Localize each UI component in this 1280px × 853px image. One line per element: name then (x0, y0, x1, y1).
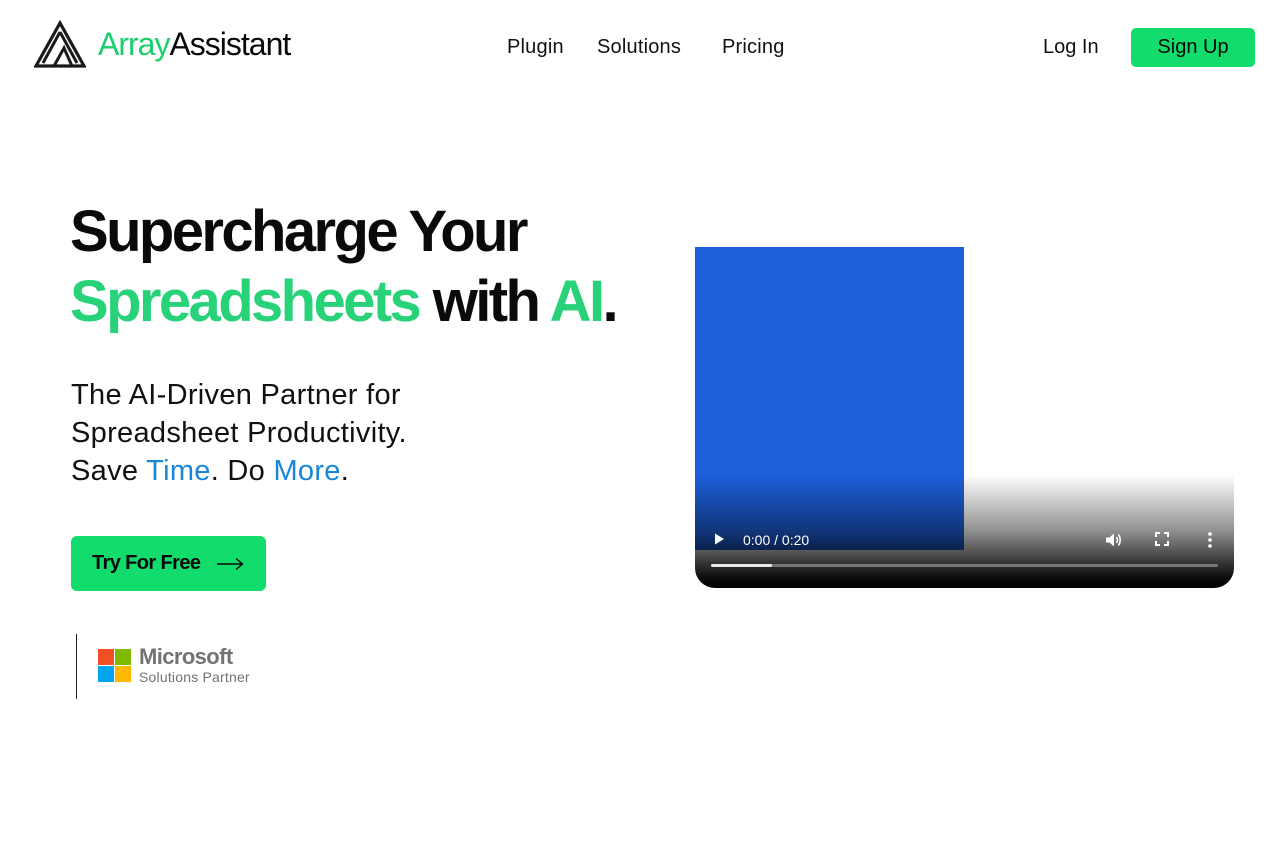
login-link[interactable]: Log In (1043, 36, 1099, 59)
signup-button[interactable]: Sign Up (1131, 28, 1255, 67)
try-for-free-button[interactable]: Try For Free (71, 536, 266, 591)
fullscreen-icon[interactable] (1154, 531, 1170, 547)
logo-icon (34, 20, 86, 68)
cta-label: Try For Free (92, 552, 201, 574)
nav-pricing[interactable]: Pricing (722, 36, 785, 59)
brand-name: ArrayAssistant (98, 26, 291, 62)
microsoft-logo-icon (98, 649, 131, 682)
nav-solutions[interactable]: Solutions (597, 36, 681, 59)
microsoft-name: Microsoft (139, 644, 233, 669)
microsoft-partner-badge: Microsoft Solutions Partner (98, 646, 250, 684)
nav-plugin[interactable]: Plugin (507, 36, 564, 59)
partner-divider (76, 634, 77, 699)
video-progress-bar[interactable] (711, 564, 1218, 567)
hero-subtitle: The AI-Driven Partner for Spreadsheet Pr… (71, 379, 407, 487)
play-icon[interactable] (711, 531, 727, 547)
video-player[interactable]: 0:00 / 0:20 (695, 247, 1234, 588)
partner-label: Solutions Partner (139, 669, 250, 685)
video-time: 0:00 / 0:20 (743, 532, 810, 548)
video-progress-fill (711, 564, 772, 567)
arrow-right-icon (217, 557, 244, 570)
hero-title-line1: Supercharge Your (70, 199, 528, 264)
more-options-icon[interactable] (1200, 530, 1220, 550)
volume-icon[interactable] (1103, 530, 1123, 550)
logo-link[interactable]: ArrayAssistant (34, 20, 291, 68)
hero-title-line2: Spreadsheets with AI. (70, 269, 618, 334)
